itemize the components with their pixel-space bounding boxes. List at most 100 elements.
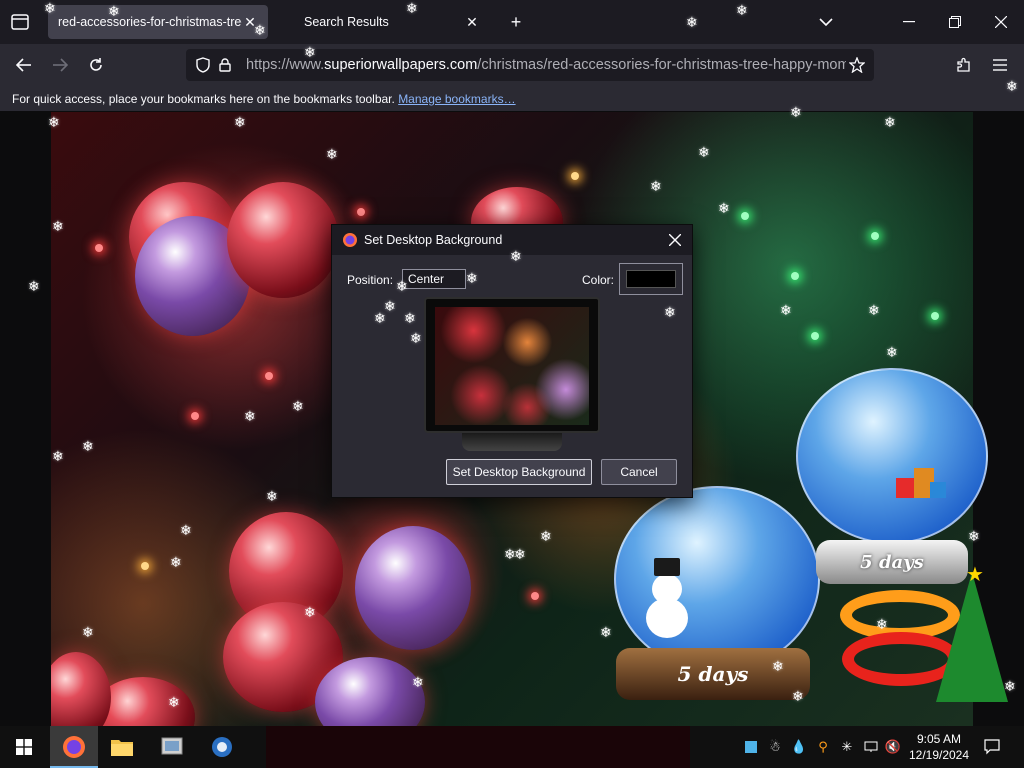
snowflake-icon: ❄ (168, 695, 180, 711)
close-icon (995, 16, 1007, 28)
restore-button[interactable] (932, 0, 978, 44)
close-tab-icon[interactable]: ✕ (464, 14, 480, 31)
volume-muted-icon[interactable]: 🔇 (882, 736, 904, 758)
action-center-button[interactable] (980, 736, 1004, 758)
light (265, 372, 273, 380)
minimize-button[interactable] (886, 0, 932, 44)
set-desktop-background-dialog: Set Desktop Background Position: Center … (331, 224, 693, 498)
tray-search-icon[interactable]: ⚲ (812, 736, 834, 758)
snowflake-icon: ❄ (686, 15, 698, 31)
ornament (51, 652, 111, 726)
app-menu-button[interactable] (985, 50, 1015, 80)
minimize-icon (903, 21, 915, 23)
snowflake-icon: ❄ (1006, 79, 1018, 95)
snowflake-icon: ❄ (52, 449, 64, 465)
snowflake-icon: ❄ (396, 279, 408, 295)
taskbar-photos[interactable] (148, 726, 196, 768)
snowflake-icon: ❄ (514, 547, 526, 563)
snowflake-icon: ❄ (718, 201, 730, 217)
snowflake-icon: ❄ (792, 689, 804, 705)
snowflake-icon: ❄ (52, 219, 64, 235)
snowflake-icon: ❄ (82, 439, 94, 455)
snowflake-icon: ❄ (410, 331, 422, 347)
firefox-icon (343, 233, 357, 247)
snowflake-icon: ❄ (108, 4, 120, 20)
snowflake-icon: ❄ (244, 409, 256, 425)
chevron-down-icon (819, 18, 833, 27)
tray-app-icon[interactable] (740, 736, 762, 758)
page-content: 5 days 5 days ★ Set Desktop Background P… (0, 112, 1024, 726)
light (811, 332, 819, 340)
network-icon[interactable] (860, 736, 882, 758)
reload-button[interactable] (81, 50, 111, 80)
position-select[interactable]: Center (402, 269, 466, 289)
cancel-button[interactable]: Cancel (601, 459, 677, 485)
snowflake-icon: ❄ (876, 617, 888, 633)
set-desktop-background-button[interactable]: Set Desktop Background (446, 459, 592, 485)
snowflake-icon: ❄ (868, 303, 880, 319)
snowflake-icon: ❄ (664, 305, 676, 321)
tracking-protection-icon[interactable] (192, 54, 214, 76)
close-icon (669, 234, 681, 246)
manage-bookmarks-link[interactable]: Manage bookmarks… (398, 92, 515, 106)
snowflake-icon: ❄ (736, 3, 748, 19)
snowman-icon (646, 552, 688, 638)
tree-star-icon: ★ (966, 564, 984, 586)
taskbar-app[interactable] (198, 726, 246, 768)
list-all-tabs-button[interactable] (812, 8, 840, 36)
days-countdown-label: 5 days (860, 551, 924, 573)
wallpaper-preview (435, 307, 589, 425)
navigation-toolbar: https://www.superiorwallpapers.com/chris… (0, 44, 1024, 86)
snowflake-icon: ❄ (404, 311, 416, 327)
taskbar-file-explorer[interactable] (98, 726, 146, 768)
forward-button[interactable] (45, 50, 75, 80)
taskbar-firefox[interactable] (50, 726, 98, 768)
snowflake-icon: ❄ (304, 45, 316, 61)
snowflake-icon: ❄ (790, 105, 802, 121)
firefox-view-button[interactable] (6, 8, 34, 36)
light (95, 244, 103, 252)
snowflake-icon: ❄ (1004, 679, 1016, 695)
snowflake-icon: ❄ (180, 523, 192, 539)
tab-wallpaper[interactable]: red-accessories-for-christmas-tree- ✕ (48, 5, 268, 39)
lock-icon[interactable] (214, 54, 236, 76)
light (141, 562, 149, 570)
snowflake-icon: ❄ (326, 147, 338, 163)
snowflake-icon: ❄ (466, 271, 478, 287)
firefox-icon (63, 736, 85, 758)
address-bar[interactable]: https://www.superiorwallpapers.com/chris… (186, 49, 874, 81)
notification-icon (984, 739, 1000, 755)
snowflake-icon: ❄ (886, 345, 898, 361)
snowflake-icon: ❄ (698, 145, 710, 161)
tray-user-icon[interactable]: ☃ (764, 736, 786, 758)
light (571, 172, 579, 180)
new-tab-button[interactable]: + (502, 8, 530, 36)
position-label: Position: (347, 273, 394, 287)
bookmarks-toolbar: For quick access, place your bookmarks h… (0, 86, 1024, 112)
tray-snowflake-icon[interactable]: ✳ (836, 736, 858, 758)
tab-title: Search Results (304, 15, 389, 29)
christmas-tree-icon (936, 572, 1008, 702)
url-text[interactable]: https://www.superiorwallpapers.com/chris… (236, 57, 846, 73)
days-countdown-label: 5 days (677, 662, 749, 686)
color-picker-button[interactable] (619, 263, 683, 295)
firefox-view-icon (11, 14, 29, 30)
close-window-button[interactable] (978, 0, 1024, 44)
light (531, 592, 539, 600)
start-button[interactable] (0, 726, 48, 768)
system-clock[interactable]: 9:05 AM 12/19/2024 (906, 731, 972, 763)
bookmarks-empty-message: For quick access, place your bookmarks h… (12, 92, 399, 106)
snowflake-icon: ❄ (266, 489, 278, 505)
dialog-close-button[interactable] (664, 229, 686, 251)
snowflake-icon: ❄ (82, 625, 94, 641)
back-button[interactable] (9, 50, 39, 80)
extensions-button[interactable] (949, 50, 979, 80)
windows-taskbar: ☃ 💧 ⚲ ✳ 🔇 9:05 AM 12/19/2024 (0, 726, 1024, 768)
light (191, 412, 199, 420)
tab-search-results[interactable]: Search Results ✕ (294, 5, 490, 39)
back-arrow-icon (16, 58, 31, 72)
tray-drop-icon[interactable]: 💧 (788, 736, 810, 758)
dialog-title: Set Desktop Background (364, 233, 503, 247)
bookmark-star-icon[interactable] (846, 54, 868, 76)
snowflake-icon: ❄ (968, 529, 980, 545)
